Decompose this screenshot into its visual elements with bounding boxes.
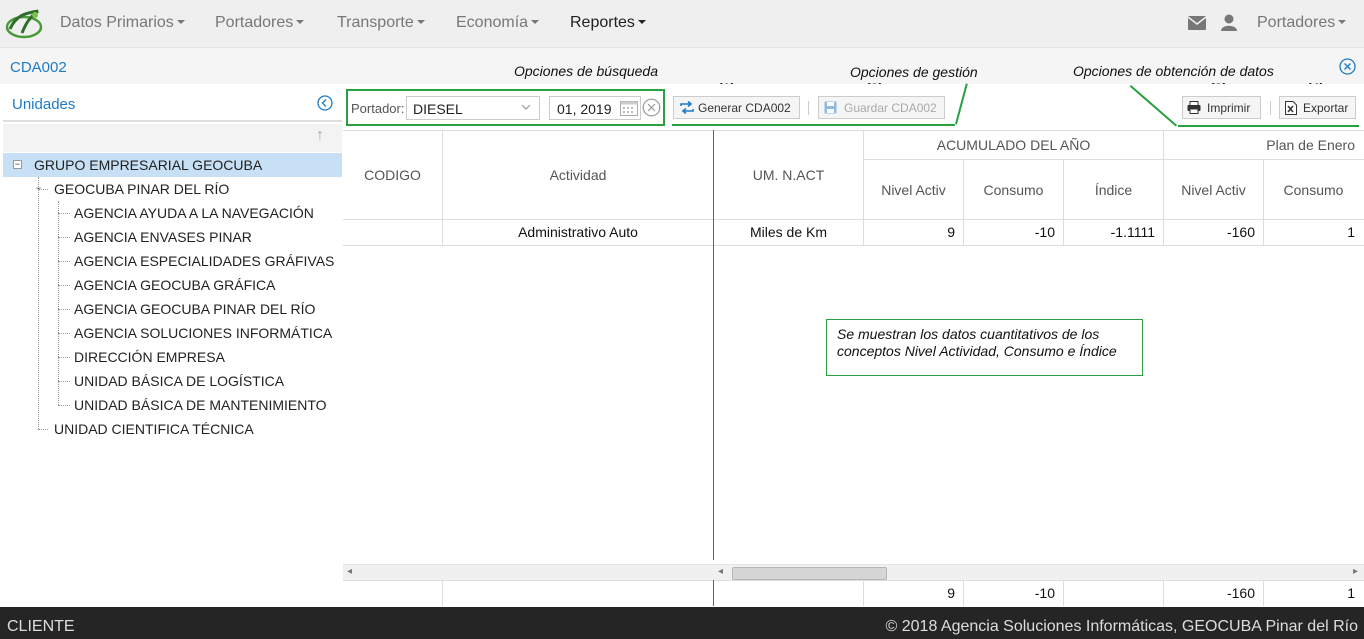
user-menu-portadores[interactable]: Portadores <box>1257 14 1347 32</box>
tree-node[interactable]: AGENCIA GEOCUBA GRÁFICA <box>74 273 276 297</box>
summary-indice <box>1064 580 1155 606</box>
cell-consumo: -10 <box>1034 224 1055 240</box>
collapse-node-icon[interactable]: − <box>13 160 22 169</box>
column-header-plan-consumo[interactable]: Consumo <box>1264 182 1363 198</box>
arrow-up-icon[interactable]: ↑ <box>316 127 324 145</box>
geocuba-logo[interactable] <box>4 5 44 41</box>
tree-node[interactable]: AGENCIA AYUDA A LA NAVEGACIÓN <box>74 201 314 225</box>
cell-actividad: Administrativo Auto <box>518 224 638 240</box>
exportar-button[interactable]: Exportar <box>1279 96 1356 119</box>
column-header-actividad[interactable]: Actividad <box>443 167 713 183</box>
column-header-nivel-activ[interactable]: Nivel Activ <box>864 182 963 198</box>
menu-datos-primarios[interactable]: Datos Primarios <box>60 14 185 32</box>
column-header-indice[interactable]: Índice <box>1064 182 1163 198</box>
page-title: CDA002 <box>10 59 67 76</box>
units-sidebar: Unidades ↑ GRUPO EMPRESARIAL GEOCUBA − −… <box>3 84 342 606</box>
tree-node[interactable]: UNIDAD BÁSICA DE LOGÍSTICA <box>74 369 284 393</box>
imprimir-button[interactable]: Imprimir <box>1182 96 1261 119</box>
scroll-right-icon[interactable]: ▸ <box>1353 566 1358 577</box>
refresh-icon <box>680 101 694 114</box>
top-navbar: Datos Primarios Portadores Transporte Ec… <box>0 0 1364 47</box>
excel-export-icon <box>1285 101 1297 115</box>
tree-node[interactable]: UNIDAD BÁSICA DE MANTENIMIENTO <box>74 393 327 417</box>
column-header-um[interactable]: UM. N.ACT <box>714 167 863 183</box>
user-icon[interactable] <box>1221 14 1237 31</box>
tree-node[interactable]: GRUPO EMPRESARIAL GEOCUBA <box>3 153 342 177</box>
info-annotation-box: Se muestran los datos cuantitativos de l… <box>826 319 1143 376</box>
footer: CLIENTE © 2018 Agencia Soluciones Inform… <box>0 607 1364 639</box>
generar-cda002-button[interactable]: Generar CDA002 <box>673 96 800 119</box>
footer-copyright: © 2018 Agencia Soluciones Informáticas, … <box>885 618 1358 635</box>
footer-role: CLIENTE <box>7 618 75 635</box>
cell-nivel-activ: 9 <box>947 224 955 240</box>
sidebar-header: Unidades <box>3 84 342 122</box>
column-group-plan: Plan de Enero <box>1266 137 1355 153</box>
tree-node[interactable]: DIRECCIÓN EMPRESA <box>74 345 225 369</box>
cell-indice: -1.1111 <box>1110 224 1155 240</box>
menu-economia[interactable]: Economía <box>456 14 540 32</box>
tree-node[interactable]: UNIDAD CIENTIFICA TÉCNICA <box>54 417 254 441</box>
guardar-cda002-button[interactable]: Guardar CDA002 <box>818 96 945 119</box>
cell-plan-nivel-activ: -160 <box>1226 224 1255 240</box>
tree-toolbar: ↑ <box>3 124 342 152</box>
menu-portadores[interactable]: Portadores <box>215 14 305 32</box>
printer-icon <box>1187 101 1201 114</box>
column-group-acumulado: ACUMULADO DEL AÑO <box>936 137 1091 153</box>
column-header-consumo[interactable]: Consumo <box>964 182 1063 198</box>
scroll-thumb[interactable] <box>732 567 887 580</box>
cell-codigo <box>343 219 442 245</box>
column-header-plan-nivel-activ[interactable]: Nivel Activ <box>1164 182 1263 198</box>
horizontal-scrollbar[interactable]: ◂ ◂ ▸ <box>343 564 1364 580</box>
tree-node[interactable]: AGENCIA SOLUCIONES INFORMÁTICA <box>74 321 332 345</box>
annotation-obtencion: Opciones de obtención de datos <box>1073 63 1274 79</box>
annotation-gestion: Opciones de gestión <box>850 64 978 80</box>
tree-node[interactable]: AGENCIA ESPECIALIDADES GRÁFIVAS <box>74 249 334 273</box>
scroll-left-icon[interactable]: ◂ <box>347 566 352 577</box>
summary-plan-nivel-activ: -160 <box>1226 585 1255 601</box>
cell-plan-consumo: 1 <box>1347 224 1355 240</box>
summary-consumo: -10 <box>1034 585 1055 601</box>
column-header-codigo[interactable]: CODIGO <box>343 167 442 183</box>
sidebar-title: Unidades <box>12 96 76 113</box>
envelope-icon[interactable] <box>1188 16 1206 30</box>
tree-node[interactable]: AGENCIA GEOCUBA PINAR DEL RÍO <box>74 297 315 321</box>
menu-reportes[interactable]: Reportes <box>570 14 646 32</box>
annotation-busqueda: Opciones de búsqueda <box>514 63 658 79</box>
collapse-node-icon[interactable]: − <box>34 184 43 194</box>
report-panel: Portador: DIESEL 01, 2019 Generar CDA002… <box>343 84 1364 606</box>
summary-nivel-activ: 9 <box>947 585 955 601</box>
scroll-left-icon[interactable]: ◂ <box>718 566 723 577</box>
cell-um: Miles de Km <box>749 224 828 240</box>
tree-node[interactable]: GEOCUBA PINAR DEL RÍO <box>54 177 229 201</box>
summary-plan-consumo: 1 <box>1347 585 1355 601</box>
annotation-search-frame <box>346 89 665 126</box>
save-icon <box>824 101 837 114</box>
tree-node[interactable]: AGENCIA ENVASES PINAR <box>74 225 252 249</box>
menu-transporte[interactable]: Transporte <box>337 14 425 32</box>
close-circle-icon[interactable] <box>1339 58 1356 75</box>
collapse-left-icon[interactable] <box>317 95 333 111</box>
